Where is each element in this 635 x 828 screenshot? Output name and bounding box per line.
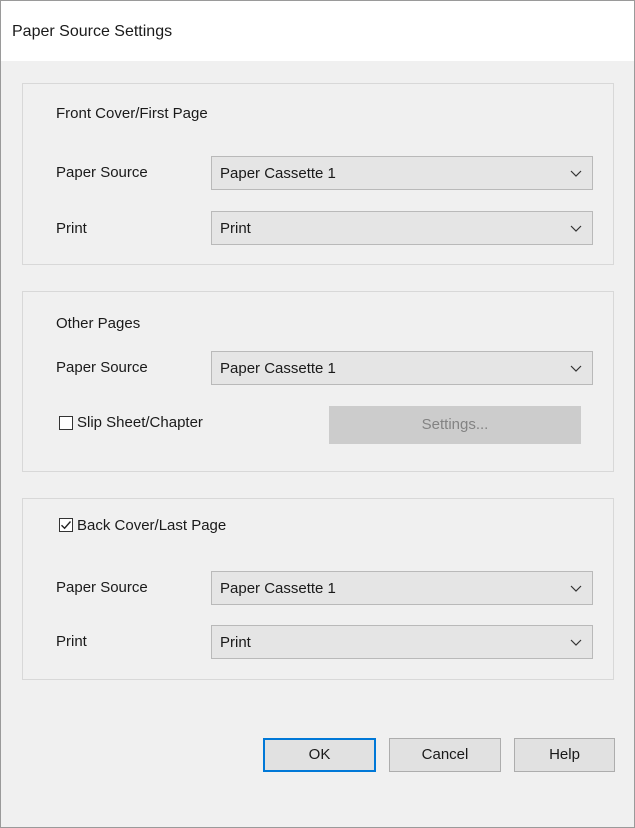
front-print-label: Print (56, 220, 87, 237)
other-paper-source-select[interactable]: Paper Cassette 1 (211, 351, 593, 385)
front-paper-source-value: Paper Cassette 1 (220, 165, 336, 182)
front-cover-group-title: Front Cover/First Page (56, 105, 208, 122)
back-paper-source-label: Paper Source (56, 579, 148, 596)
front-print-select[interactable]: Print (211, 211, 593, 245)
other-paper-source-value: Paper Cassette 1 (220, 360, 336, 377)
chevron-down-icon (570, 225, 582, 232)
chevron-down-icon (570, 585, 582, 592)
cancel-button[interactable]: Cancel (389, 738, 501, 772)
settings-button[interactable]: Settings... (329, 406, 581, 444)
front-paper-source-select[interactable]: Paper Cassette 1 (211, 156, 593, 190)
paper-source-settings-dialog: Paper Source Settings Front Cover/First … (0, 0, 635, 828)
other-pages-group-title: Other Pages (56, 315, 141, 332)
back-paper-source-value: Paper Cassette 1 (220, 580, 336, 597)
back-print-label: Print (56, 633, 87, 650)
back-cover-label[interactable]: Back Cover/Last Page (77, 517, 226, 534)
slip-sheet-label[interactable]: Slip Sheet/Chapter (77, 414, 203, 431)
front-paper-source-label: Paper Source (56, 164, 148, 181)
help-button[interactable]: Help (514, 738, 615, 772)
back-cover-group: Back Cover/Last Page Paper Source Paper … (22, 498, 614, 680)
checkmark-icon (61, 521, 72, 530)
ok-button[interactable]: OK (263, 738, 376, 772)
other-pages-group: Other Pages Paper Source Paper Cassette … (22, 291, 614, 472)
front-print-value: Print (220, 220, 251, 237)
dialog-title: Paper Source Settings (12, 23, 173, 40)
front-cover-group: Front Cover/First Page Paper Source Pape… (22, 83, 614, 265)
chevron-down-icon (570, 639, 582, 646)
slip-sheet-checkbox[interactable] (59, 416, 73, 430)
back-print-value: Print (220, 634, 251, 651)
chevron-down-icon (570, 365, 582, 372)
back-paper-source-select[interactable]: Paper Cassette 1 (211, 571, 593, 605)
title-bar: Paper Source Settings (1, 1, 634, 61)
chevron-down-icon (570, 170, 582, 177)
other-paper-source-label: Paper Source (56, 359, 148, 376)
back-cover-checkbox[interactable] (59, 518, 73, 532)
back-print-select[interactable]: Print (211, 625, 593, 659)
